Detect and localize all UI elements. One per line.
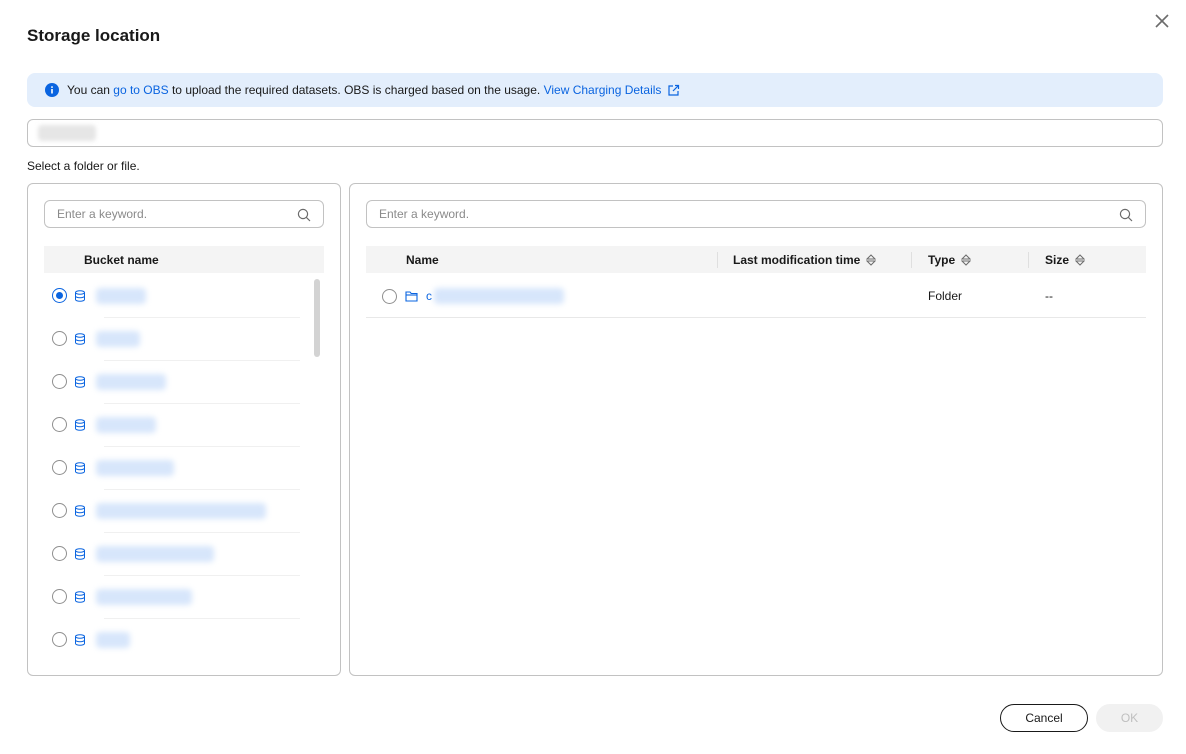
bucket-search-placeholder: Enter a keyword.	[57, 207, 148, 221]
sort-icon[interactable]	[961, 254, 972, 266]
last-modified-column-header[interactable]: Last modification time	[733, 253, 877, 267]
cancel-button[interactable]: Cancel	[1000, 704, 1088, 732]
database-icon	[75, 633, 85, 646]
bucket-list-scrollbar[interactable]	[314, 279, 320, 357]
bucket-row[interactable]	[44, 317, 284, 360]
file-table-header: Name Last modification time Type Size	[366, 246, 1146, 273]
file-row[interactable]: c Folder --	[366, 275, 1146, 318]
selected-path-input[interactable]	[27, 119, 1163, 147]
redacted-bucket-name	[96, 502, 266, 519]
bucket-name-header: Bucket name	[84, 253, 159, 267]
bucket-row[interactable]	[44, 532, 284, 575]
redacted-path	[38, 125, 96, 141]
file-search-placeholder: Enter a keyword.	[379, 207, 470, 221]
bucket-search-input[interactable]: Enter a keyword.	[44, 200, 324, 228]
database-icon	[75, 375, 85, 388]
column-divider	[911, 252, 912, 268]
bucket-row[interactable]	[44, 575, 284, 618]
bucket-row[interactable]	[44, 446, 284, 489]
file-radio[interactable]	[382, 288, 397, 304]
ok-button[interactable]: OK	[1096, 704, 1163, 732]
bucket-row[interactable]	[44, 403, 284, 446]
bucket-table-header: Bucket name	[44, 246, 324, 273]
redacted-bucket-name	[96, 287, 146, 304]
last-modified-column-label: Last modification time	[733, 253, 861, 267]
file-size-cell: --	[1045, 289, 1053, 303]
redacted-bucket-name	[96, 588, 192, 605]
bucket-radio[interactable]	[52, 417, 67, 432]
bucket-panel: Enter a keyword. Bucket name	[27, 183, 341, 676]
type-column-label: Type	[928, 253, 956, 267]
database-icon	[75, 547, 85, 560]
redacted-bucket-name	[96, 545, 214, 562]
size-column-label: Size	[1045, 253, 1070, 267]
column-divider	[1028, 252, 1029, 268]
bucket-radio[interactable]	[52, 331, 67, 346]
file-type-cell: Folder	[928, 289, 963, 303]
redacted-bucket-name	[96, 330, 140, 347]
dialog-title: Storage location	[27, 26, 161, 45]
bucket-radio[interactable]	[52, 374, 67, 389]
bucket-row[interactable]	[44, 618, 284, 661]
bucket-row[interactable]	[44, 274, 284, 317]
bucket-radio[interactable]	[52, 503, 67, 518]
file-search-input[interactable]: Enter a keyword.	[366, 200, 1146, 228]
bucket-row[interactable]	[44, 489, 284, 532]
bucket-radio[interactable]	[52, 460, 67, 475]
bucket-radio[interactable]	[52, 288, 67, 303]
redacted-file-name	[434, 288, 564, 304]
database-icon	[75, 332, 85, 345]
name-column-label: Name	[406, 253, 439, 267]
size-column-header[interactable]: Size	[1045, 253, 1086, 267]
redacted-bucket-name	[96, 459, 174, 476]
bucket-radio[interactable]	[52, 546, 67, 561]
search-icon[interactable]	[1119, 208, 1133, 222]
bucket-radio[interactable]	[52, 632, 67, 647]
close-icon[interactable]	[1152, 11, 1172, 31]
redacted-bucket-name	[96, 373, 166, 390]
folder-icon	[405, 291, 418, 302]
notice-text-middle: to upload the required datasets. OBS is …	[168, 83, 544, 97]
database-icon	[75, 289, 85, 302]
bucket-radio[interactable]	[52, 589, 67, 604]
selection-hint: Select a folder or file.	[27, 159, 140, 173]
view-charging-details-link[interactable]: View Charging Details	[544, 83, 662, 97]
database-icon	[75, 590, 85, 603]
type-column-header[interactable]: Type	[928, 253, 972, 267]
database-icon	[75, 461, 85, 474]
notice-text-prefix: You can	[67, 83, 114, 97]
file-name-link[interactable]: c	[426, 289, 432, 303]
name-column-header[interactable]: Name	[406, 253, 439, 267]
go-to-obs-link[interactable]: go to OBS	[113, 83, 168, 97]
redacted-bucket-name	[96, 631, 130, 648]
search-icon[interactable]	[297, 208, 311, 222]
database-icon	[75, 418, 85, 431]
sort-icon[interactable]	[866, 254, 877, 266]
sort-icon[interactable]	[1075, 254, 1086, 266]
database-icon	[75, 504, 85, 517]
column-divider	[717, 252, 718, 268]
bucket-row[interactable]	[44, 360, 284, 403]
info-notice: You can go to OBS to upload the required…	[27, 73, 1163, 107]
redacted-bucket-name	[96, 416, 156, 433]
external-link-icon[interactable]	[667, 84, 680, 97]
file-panel: Enter a keyword. Name Last modification …	[349, 183, 1163, 676]
info-icon	[45, 83, 59, 97]
